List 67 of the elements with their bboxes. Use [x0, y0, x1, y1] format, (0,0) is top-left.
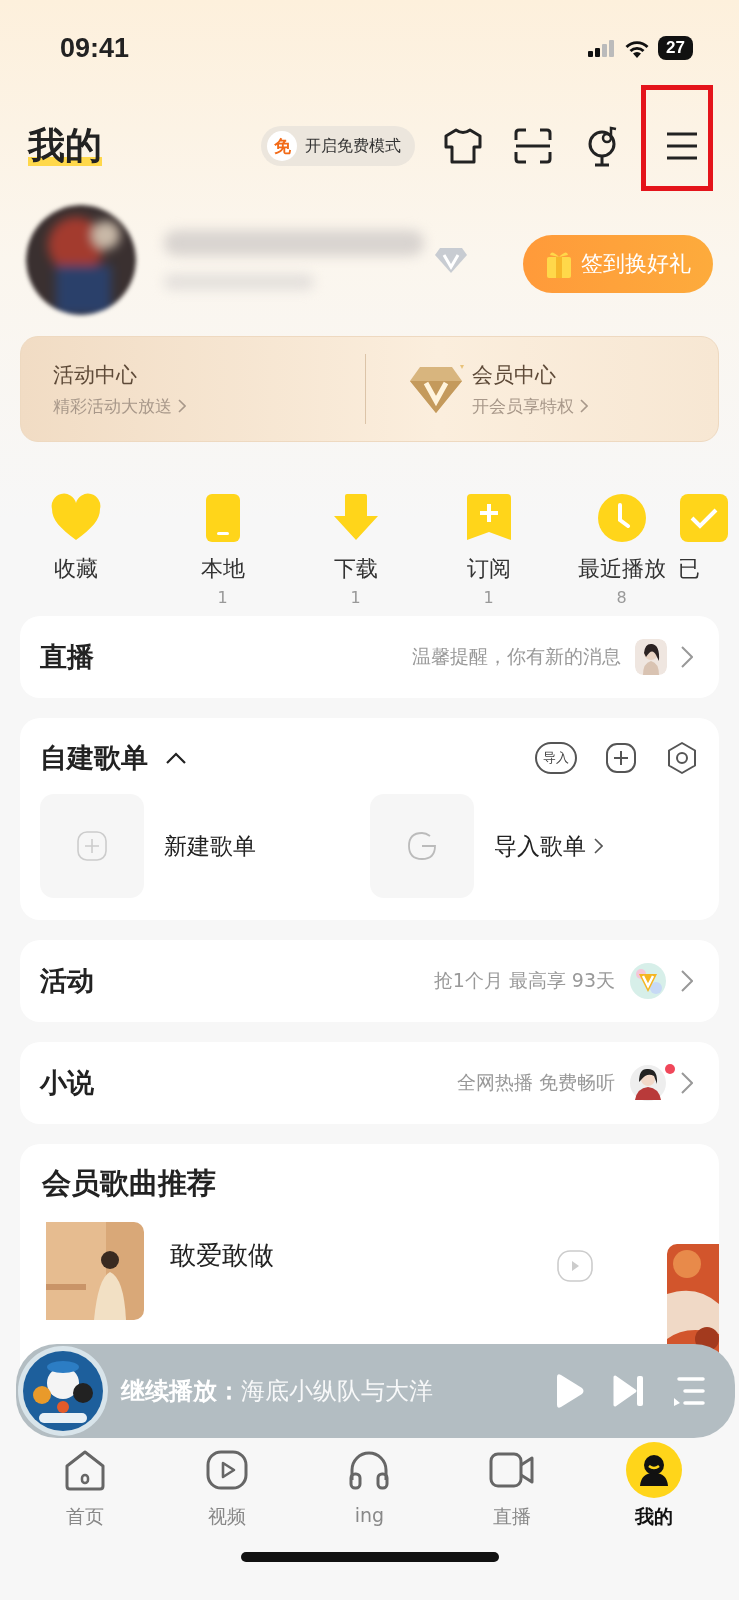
card-title: 自建歌单: [40, 741, 148, 775]
add-icon[interactable]: [605, 742, 637, 774]
status-time: 09:41: [60, 32, 130, 64]
chevron-icon: [681, 646, 693, 668]
vip-badge-icon: [629, 962, 667, 1000]
card-title: 小说: [40, 1066, 94, 1100]
player-label: 继续播放：: [121, 1377, 241, 1405]
promo-title[interactable]: 活动中心: [53, 360, 186, 389]
card-title: 会员歌曲推荐: [42, 1165, 217, 1202]
video-icon: [205, 1448, 250, 1492]
menu-icon[interactable]: [665, 131, 699, 161]
card-title: 活动: [40, 964, 94, 998]
shortcut-count: 1: [350, 588, 361, 607]
shortcut-count: 1: [483, 588, 494, 607]
diamond-icon: [434, 246, 468, 274]
card-title: 直播: [40, 640, 94, 674]
shortcut-count: 1: [217, 588, 228, 607]
shortcut-label[interactable]: 本地: [200, 554, 245, 584]
settings-icon[interactable]: [665, 741, 699, 775]
next-icon[interactable]: [613, 1374, 645, 1408]
chevron-icon: [178, 399, 186, 413]
import-icon: [406, 831, 437, 861]
card-note: 温馨提醒，你有新的消息: [412, 644, 621, 669]
promo-subtitle: 精彩活动大放送: [53, 394, 172, 418]
playlist-label[interactable]: 新建歌单: [164, 830, 256, 862]
playlist-tile[interactable]: [369, 794, 474, 898]
chevron-icon: [681, 1072, 693, 1094]
free-badge: 免: [267, 131, 297, 161]
playlist-label[interactable]: 导入歌单: [493, 830, 586, 862]
wifi-icon: [624, 38, 651, 58]
shortcut-label[interactable]: 下载: [333, 554, 378, 584]
avatar-icon: [629, 1064, 667, 1102]
shortcut-count: 8: [616, 588, 627, 607]
signal-icon: [588, 39, 617, 57]
shortcut-label[interactable]: 收藏: [54, 554, 98, 584]
promo-subtitle: 开会员享特权: [472, 394, 574, 418]
chevron-icon: [681, 970, 693, 992]
chevron-icon: [580, 399, 588, 413]
shortcut-label[interactable]: 订阅: [466, 554, 511, 584]
battery-icon: 27: [658, 36, 693, 60]
shirt-icon[interactable]: [443, 127, 483, 165]
import-button[interactable]: 导入: [535, 742, 577, 774]
track-title: 海底小纵队与大洋: [241, 1377, 433, 1405]
card-note: 抢1个月 最高享 93天: [433, 968, 615, 993]
playlist-icon[interactable]: [673, 1376, 705, 1406]
song-title[interactable]: 敢爱敢做: [170, 1238, 274, 1273]
card-note: 全网热播 免费畅听: [456, 1070, 615, 1095]
live-card[interactable]: 直播 温馨提醒，你有新的消息: [20, 616, 719, 698]
free-mode-label: 开启免费模式: [305, 135, 401, 157]
shortcut-label[interactable]: 最近播放: [577, 554, 666, 584]
playlist-tile[interactable]: [40, 794, 144, 898]
shortcut-label[interactable]: 已: [678, 554, 700, 584]
avatar-icon: [635, 639, 667, 675]
promo-title[interactable]: 会员中心: [472, 360, 588, 389]
activity-card[interactable]: 活动 抢1个月 最高享 93天: [20, 940, 719, 1022]
free-mode-button[interactable]: 免 开启免费模式: [261, 126, 415, 166]
chevron-icon: [593, 838, 603, 854]
clock-icon[interactable]: [595, 492, 648, 544]
collapse-icon[interactable]: [166, 752, 186, 764]
home-icon: [63, 1448, 108, 1492]
tab[interactable]: 我的: [598, 1442, 709, 1530]
play-icon[interactable]: [557, 1250, 593, 1282]
gift-icon: [545, 249, 573, 279]
check-icon[interactable]: [678, 492, 730, 544]
novel-card[interactable]: 小说 全网热播 免费畅听: [20, 1042, 719, 1124]
scan-icon[interactable]: [513, 127, 553, 165]
add-icon: [77, 831, 107, 861]
